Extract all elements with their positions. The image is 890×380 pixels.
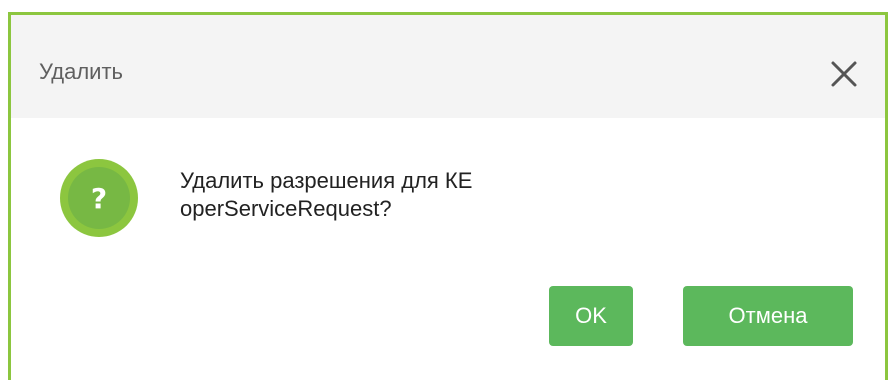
close-icon [831, 61, 857, 87]
ok-button[interactable]: OK [549, 286, 633, 346]
dialog-body: ? Удалить разрешения для КЕ operServiceR… [11, 118, 885, 380]
dialog-header: Удалить [11, 15, 885, 118]
dialog-message: Удалить разрешения для КЕ operServiceReq… [180, 167, 680, 223]
message-line-1: Удалить разрешения для КЕ [180, 168, 473, 193]
confirm-delete-dialog: Удалить ? Удалить разрешения для КЕ oper… [8, 12, 888, 380]
svg-text:?: ? [91, 182, 107, 215]
close-button[interactable] [829, 59, 859, 89]
message-line-2: operServiceRequest? [180, 196, 392, 221]
cancel-button[interactable]: Отмена [683, 286, 853, 346]
dialog-title: Удалить [39, 59, 123, 84]
question-circle-icon: ? [58, 157, 140, 239]
